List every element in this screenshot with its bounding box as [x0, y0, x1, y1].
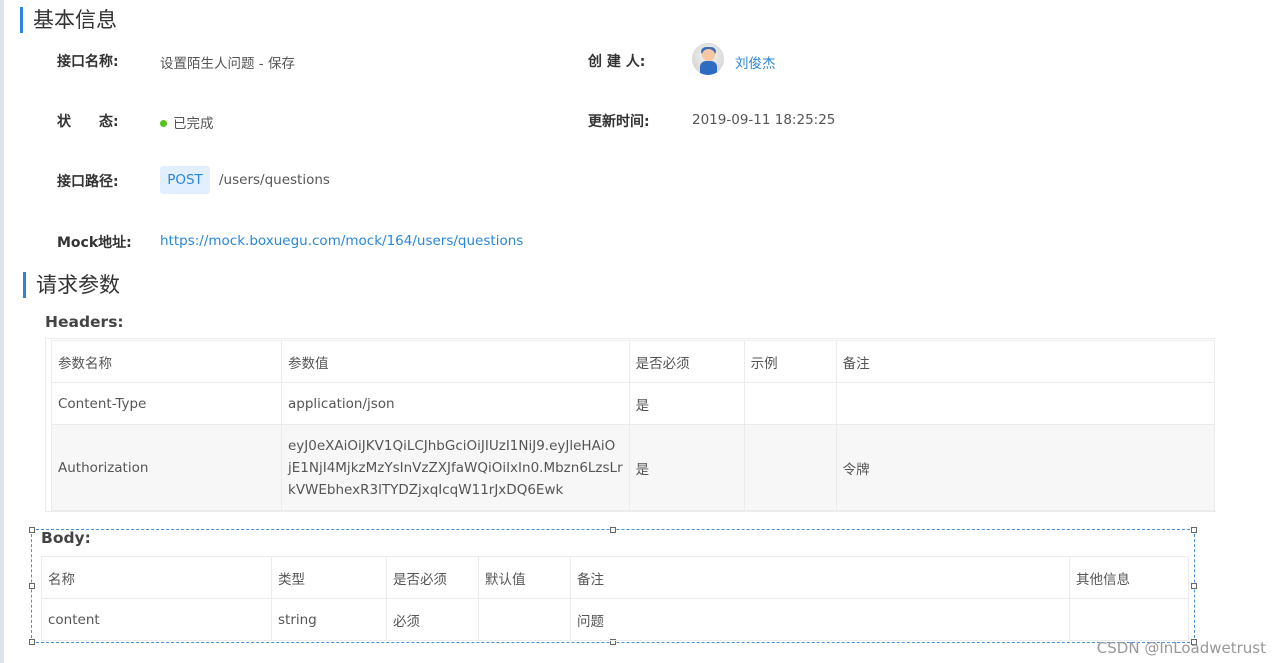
method-tag: POST: [160, 166, 210, 194]
col-required: 是否必须: [628, 340, 745, 383]
cell-example: [743, 424, 837, 511]
updated-value: 2019-09-11 18:25:25: [692, 112, 836, 128]
col-note: 备注: [570, 556, 1070, 599]
cell-name: Authorization: [51, 424, 282, 511]
col-param-value: 参数值: [281, 340, 630, 383]
headers-table: 参数名称 参数值 是否必须 示例 备注 Content-Type applica…: [51, 340, 1216, 511]
cell-type: string: [271, 598, 387, 641]
status-dot-icon: [160, 119, 167, 127]
resize-handle[interactable]: [29, 639, 35, 645]
resize-handle[interactable]: [1191, 583, 1197, 589]
cell-name: content: [41, 598, 272, 641]
headers-header-row: 参数名称 参数值 是否必须 示例 备注: [51, 340, 1216, 383]
cell-name: Content-Type: [51, 382, 282, 425]
resize-handle[interactable]: [610, 527, 616, 533]
table-row: Content-Type application/json 是: [51, 382, 1216, 425]
col-default: 默认值: [478, 556, 571, 599]
cell-note: [835, 382, 1216, 425]
col-example: 示例: [743, 340, 837, 383]
headers-label: Headers:: [45, 313, 124, 331]
resize-handle[interactable]: [29, 583, 35, 589]
token-line: eyJ0eXAiOiJKV1QiLCJhbGciOiJIUzI1NiJ9.eyJ…: [288, 437, 616, 454]
path-value: /users/questions: [219, 172, 330, 188]
cell-example: [743, 382, 837, 425]
mock-url-link[interactable]: https://mock.boxuegu.com/mock/164/users/…: [160, 233, 523, 249]
body-label: Body:: [41, 529, 91, 547]
col-param-name: 参数名称: [51, 340, 282, 383]
cell-value: eyJ0eXAiOiJKV1QiLCJhbGciOiJIUzI1NiJ9.eyJ…: [281, 424, 630, 511]
section-title-basic-info: 基本信息: [20, 7, 117, 33]
creator-avatar[interactable]: [692, 43, 724, 75]
body-table: 名称 类型 是否必须 默认值 备注 其他信息 content string 必须…: [41, 556, 1189, 641]
path-label: 接口路径:: [57, 174, 119, 190]
token-line: jE1NjI4MjkzMzYsInVzZXJfaWQiOiIxIn0.Mbzn6…: [288, 459, 623, 476]
cell-other: [1069, 598, 1189, 641]
left-rail: [0, 0, 4, 663]
cell-value: application/json: [281, 382, 630, 425]
mock-label: Mock地址:: [57, 235, 132, 251]
token-line: kVWEbhexR3lTYDZjxqIcqW11rJxDQ6Ewk: [288, 481, 564, 498]
updated-label: 更新时间:: [588, 114, 650, 130]
cell-default: [478, 598, 571, 641]
interface-name-value: 设置陌生人问题 - 保存: [160, 56, 295, 72]
status-value: 已完成: [160, 112, 214, 132]
body-header-row: 名称 类型 是否必须 默认值 备注 其他信息: [41, 556, 1189, 599]
status-label: 状 态:: [57, 114, 119, 130]
col-other: 其他信息: [1069, 556, 1189, 599]
watermark: CSDN @InLoadwetrust: [1096, 639, 1266, 657]
table-row: Authorization eyJ0eXAiOiJKV1QiLCJhbGciOi…: [51, 424, 1216, 511]
interface-name-label: 接口名称:: [57, 54, 119, 70]
cell-required: 必须: [386, 598, 479, 641]
status-text: 已完成: [173, 116, 214, 132]
table-row: content string 必须 问题: [41, 598, 1189, 641]
col-required: 是否必须: [386, 556, 479, 599]
resize-handle[interactable]: [29, 527, 35, 533]
col-name: 名称: [41, 556, 272, 599]
cell-required: 是: [628, 382, 745, 425]
creator-link[interactable]: 刘俊杰: [735, 52, 776, 72]
col-type: 类型: [271, 556, 387, 599]
col-note: 备注: [835, 340, 1216, 383]
creator-label: 创 建 人:: [588, 54, 646, 70]
cell-note: 令牌: [835, 424, 1216, 511]
resize-handle[interactable]: [1191, 527, 1197, 533]
section-title-request-params: 请求参数: [23, 272, 120, 298]
cell-required: 是: [628, 424, 745, 511]
cell-note: 问题: [570, 598, 1070, 641]
